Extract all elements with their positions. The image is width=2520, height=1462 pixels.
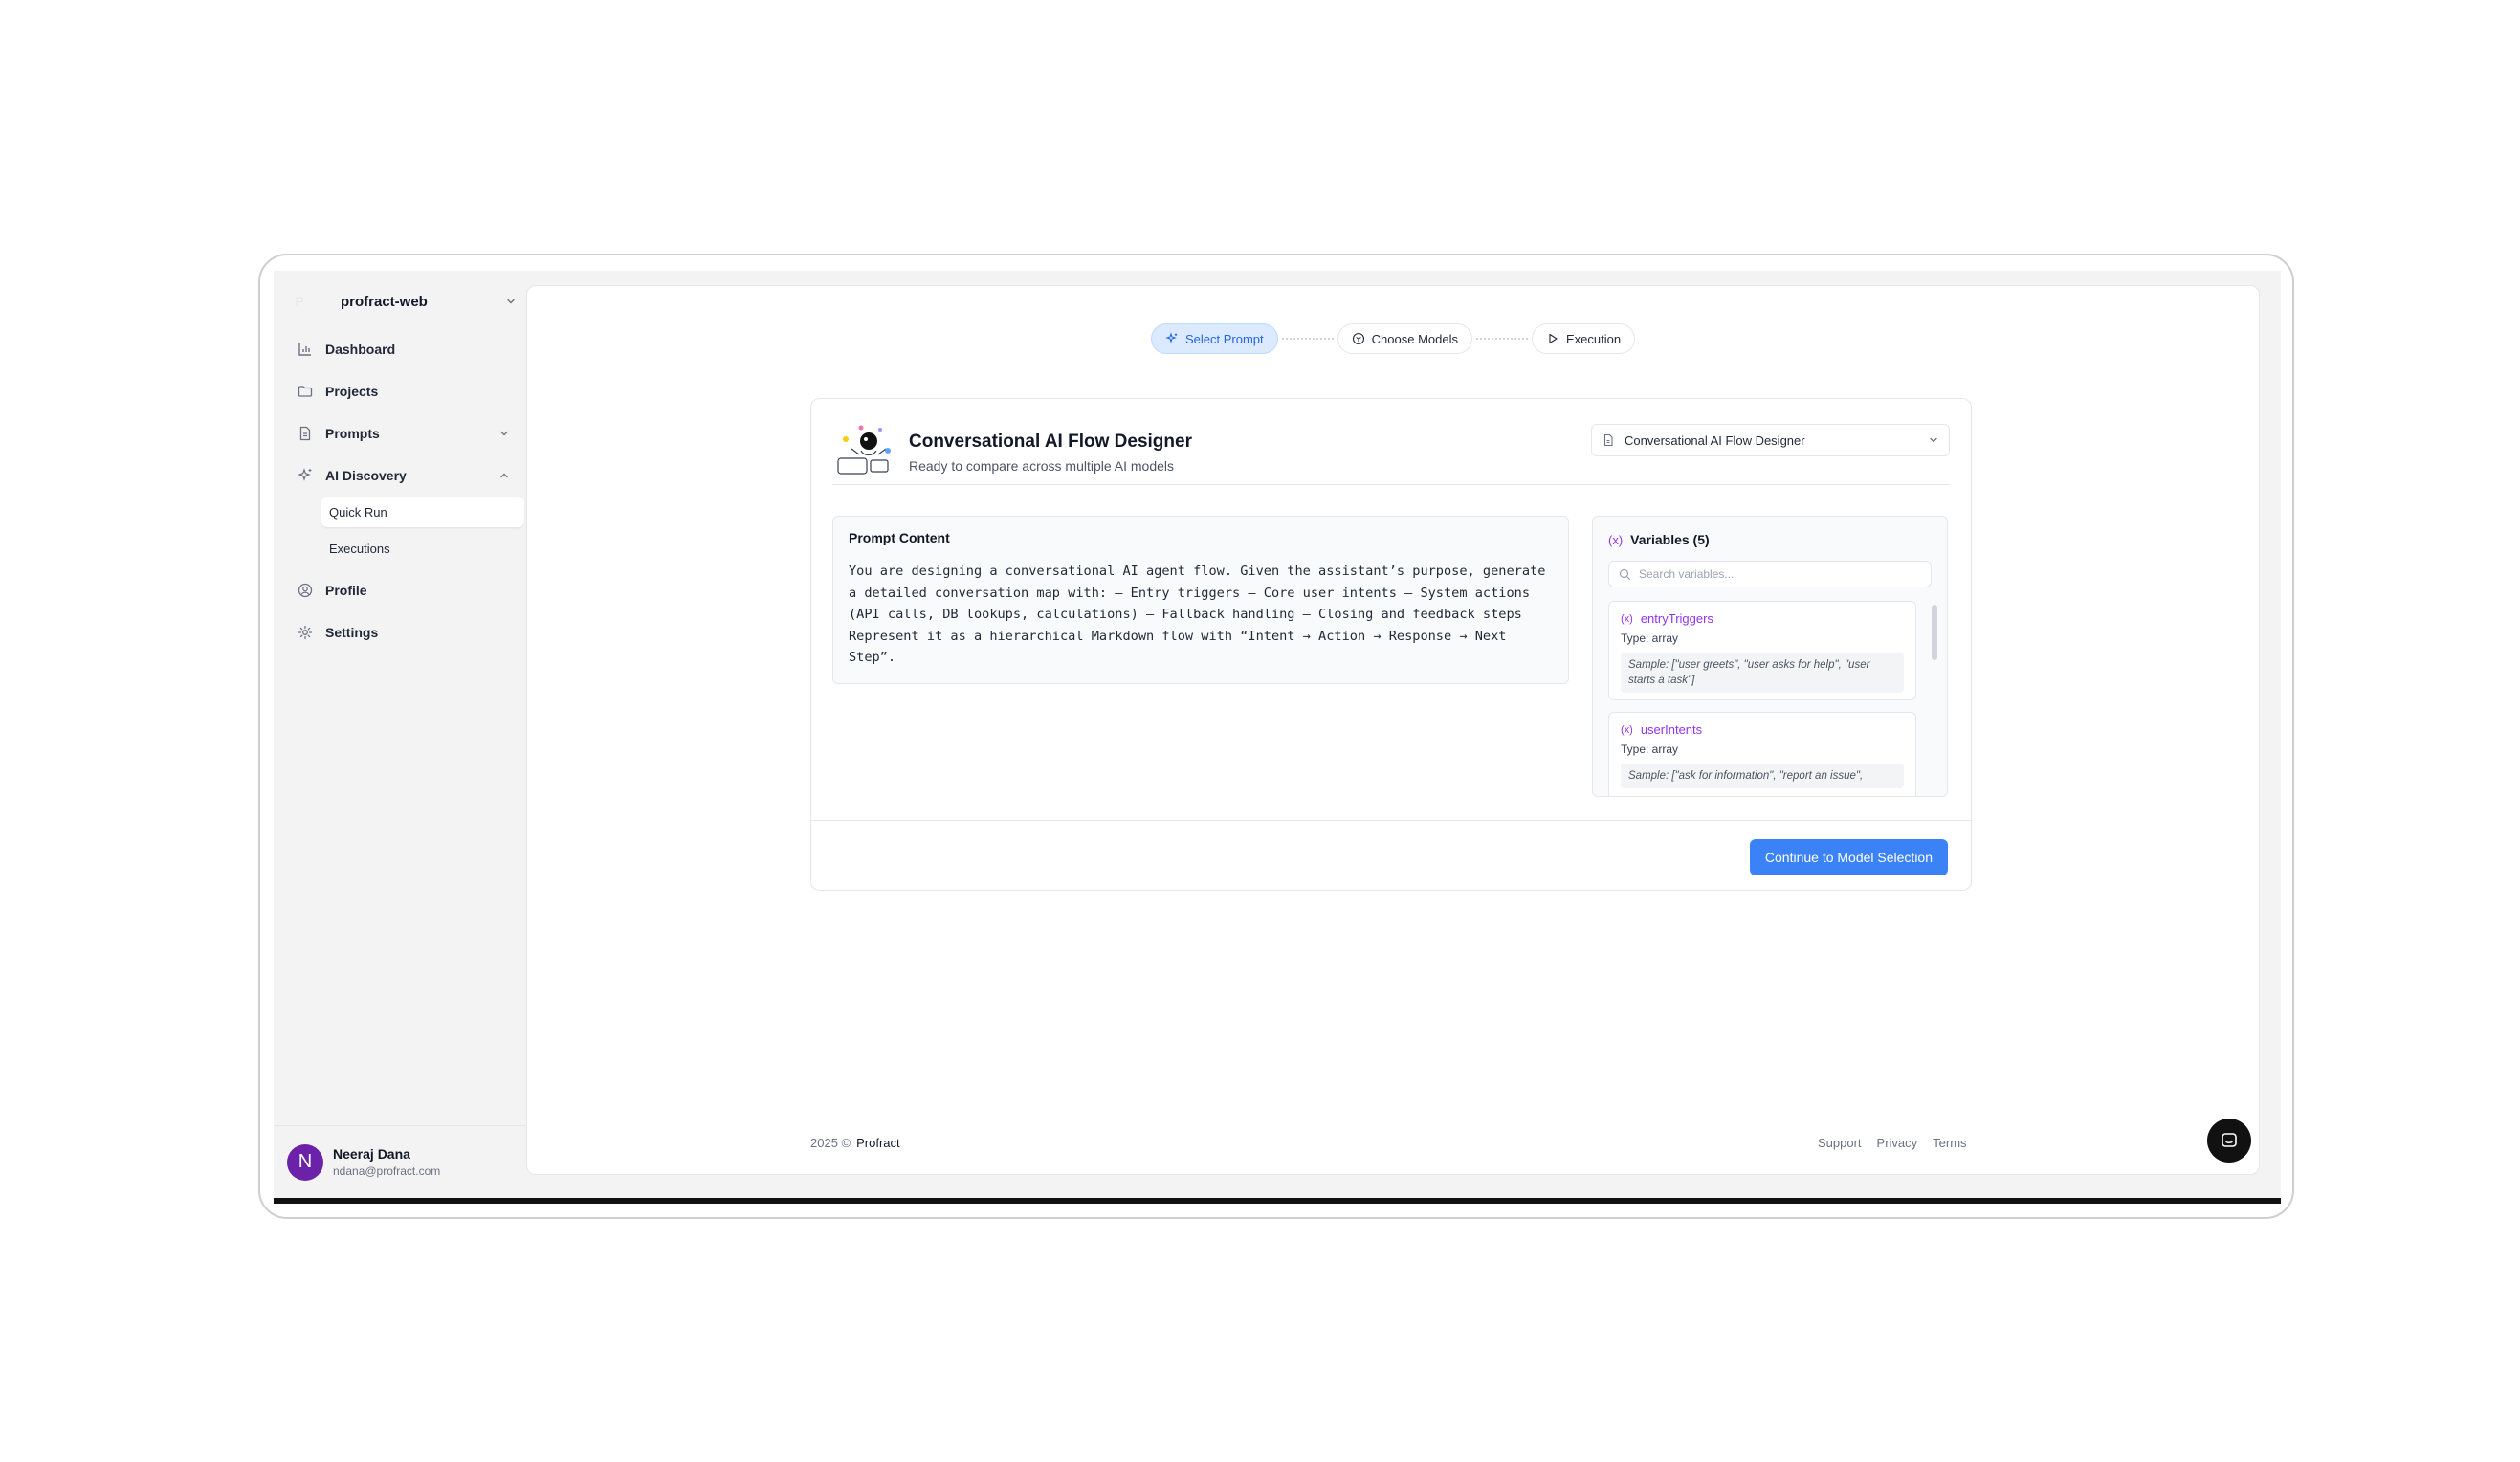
sidebar-item-projects[interactable]: Projects <box>287 370 517 412</box>
sidebar-item-label: Prompts <box>325 426 380 441</box>
variable-icon: (x) <box>1621 723 1633 736</box>
variable-item-entry-triggers[interactable]: (x) entryTriggers Type: array Sample: ["u… <box>1608 601 1916 700</box>
step-choose-models[interactable]: Choose Models <box>1337 323 1472 354</box>
user-profile[interactable]: N Neeraj Dana ndana@profract.com <box>274 1125 530 1198</box>
cube-icon <box>1352 332 1364 345</box>
step-label: Select Prompt <box>1185 331 1264 346</box>
sidebar-item-executions[interactable]: Executions <box>321 533 524 564</box>
variable-type: Type: array <box>1621 631 1679 645</box>
sidebar-nav: Dashboard Projects Prompts AI Discovery … <box>287 328 524 653</box>
folder-icon <box>298 386 313 397</box>
sidebar-item-quick-run[interactable]: Quick Run <box>321 497 524 527</box>
prompt-select-dropdown[interactable]: Conversational AI Flow Designer <box>1591 424 1950 456</box>
continue-button[interactable]: Continue to Model Selection <box>1749 839 1948 875</box>
prompt-title: Conversational AI Flow Designer <box>909 432 1192 452</box>
support-link[interactable]: Support <box>1818 1136 1862 1150</box>
privacy-link[interactable]: Privacy <box>1877 1136 1918 1150</box>
user-circle-icon <box>298 583 313 598</box>
sidebar-item-label: Settings <box>325 625 379 640</box>
variable-name: userIntents <box>1640 722 1703 737</box>
step-label: Choose Models <box>1371 331 1458 346</box>
prompt-content-title: Prompt Content <box>849 530 950 545</box>
prompt-content-text: You are designing a conversational AI ag… <box>849 564 1546 665</box>
file-icon <box>1603 433 1613 447</box>
card-footer-divider <box>811 820 1971 821</box>
sidebar-item-label: Projects <box>325 384 379 399</box>
footer-copyright: 2025 © Profract <box>810 1136 900 1150</box>
variable-icon: (x) <box>1621 612 1633 625</box>
sidebar-item-label: Dashboard <box>325 342 396 357</box>
footer-brand: Profract <box>856 1136 900 1150</box>
bar-chart-icon <box>298 343 311 356</box>
robot-illustration <box>837 425 891 475</box>
search-icon <box>1619 568 1631 580</box>
sidebar-item-dashboard[interactable]: Dashboard <box>287 328 517 370</box>
play-icon <box>1549 333 1558 344</box>
main-content: Select Prompt Choose Models Execution Co… <box>526 285 2260 1175</box>
prompt-subtitle: Ready to compare across multiple AI mode… <box>909 458 1175 474</box>
workspace-switcher[interactable]: P profract-web <box>287 284 517 319</box>
user-email: ndana@profract.com <box>333 1164 441 1178</box>
workspace-logo: P <box>295 294 304 309</box>
sidebar: P profract-web Dashboard Projects Prompt… <box>274 271 530 1198</box>
variable-name: entryTriggers <box>1640 611 1713 626</box>
variable-search <box>1608 561 1932 587</box>
variables-heading: Variables (5) <box>1630 532 1710 547</box>
variable-sample: Sample: ["ask for information", "report … <box>1621 764 1904 788</box>
user-name: Neeraj Dana <box>333 1146 410 1162</box>
sidebar-item-settings[interactable]: Settings <box>287 611 517 653</box>
prompt-card: Conversational AI Flow Designer Ready to… <box>810 398 1972 891</box>
stepper: Select Prompt Choose Models Execution <box>1151 322 1636 355</box>
step-label: Execution <box>1565 331 1622 346</box>
variable-icon: (x) <box>1608 532 1624 547</box>
file-text-icon <box>299 426 311 441</box>
variables-panel: (x) Variables (5) (x) entryTriggers Type:… <box>1592 516 1948 797</box>
terms-link[interactable]: Terms <box>1933 1136 1966 1150</box>
chat-launcher-button[interactable] <box>2207 1119 2251 1163</box>
variable-search-input[interactable] <box>1639 567 1916 581</box>
chevron-down-icon <box>500 431 508 436</box>
workspace-name: profract-web <box>341 293 428 310</box>
ai-discovery-submenu: Quick Run Executions <box>321 497 524 564</box>
prompt-select-value: Conversational AI Flow Designer <box>1625 432 1805 448</box>
sidebar-item-ai-discovery[interactable]: AI Discovery <box>287 454 517 497</box>
variable-list: (x) entryTriggers Type: array Sample: ["u… <box>1608 601 1916 796</box>
sidebar-item-label: AI Discovery <box>325 468 407 483</box>
footer-links: Support Privacy Terms <box>1802 1136 1967 1150</box>
chevron-up-icon <box>500 473 508 478</box>
step-connector <box>1475 338 1528 340</box>
prompt-card-header: Conversational AI Flow Designer Ready to… <box>832 418 1950 485</box>
chat-icon <box>2222 1133 2237 1147</box>
variable-sample: Sample: ["user greets", "user asks for h… <box>1621 653 1904 693</box>
step-execution[interactable]: Execution <box>1531 323 1636 354</box>
copyright-text: 2025 © <box>810 1136 851 1150</box>
chevron-down-icon <box>507 299 515 304</box>
sidebar-item-profile[interactable]: Profile <box>287 569 517 611</box>
chevron-down-icon <box>1930 437 1937 443</box>
sidebar-item-prompts[interactable]: Prompts <box>287 412 517 454</box>
variable-item-user-intents[interactable]: (x) userIntents Type: array Sample: ["ask… <box>1608 712 1916 796</box>
avatar: N <box>287 1143 323 1181</box>
variable-type: Type: array <box>1621 742 1679 756</box>
sparkles-icon <box>1165 332 1178 343</box>
gear-icon <box>298 625 313 640</box>
prompt-content-panel: Prompt Content You are designing a conve… <box>832 516 1569 684</box>
app-screen: P profract-web Dashboard Projects Prompt… <box>274 271 2281 1204</box>
sparkles-icon <box>298 468 312 481</box>
step-connector <box>1281 338 1334 340</box>
sidebar-item-label: Profile <box>325 583 367 598</box>
variables-scrollbar[interactable] <box>1932 605 1937 660</box>
step-select-prompt[interactable]: Select Prompt <box>1151 323 1278 354</box>
